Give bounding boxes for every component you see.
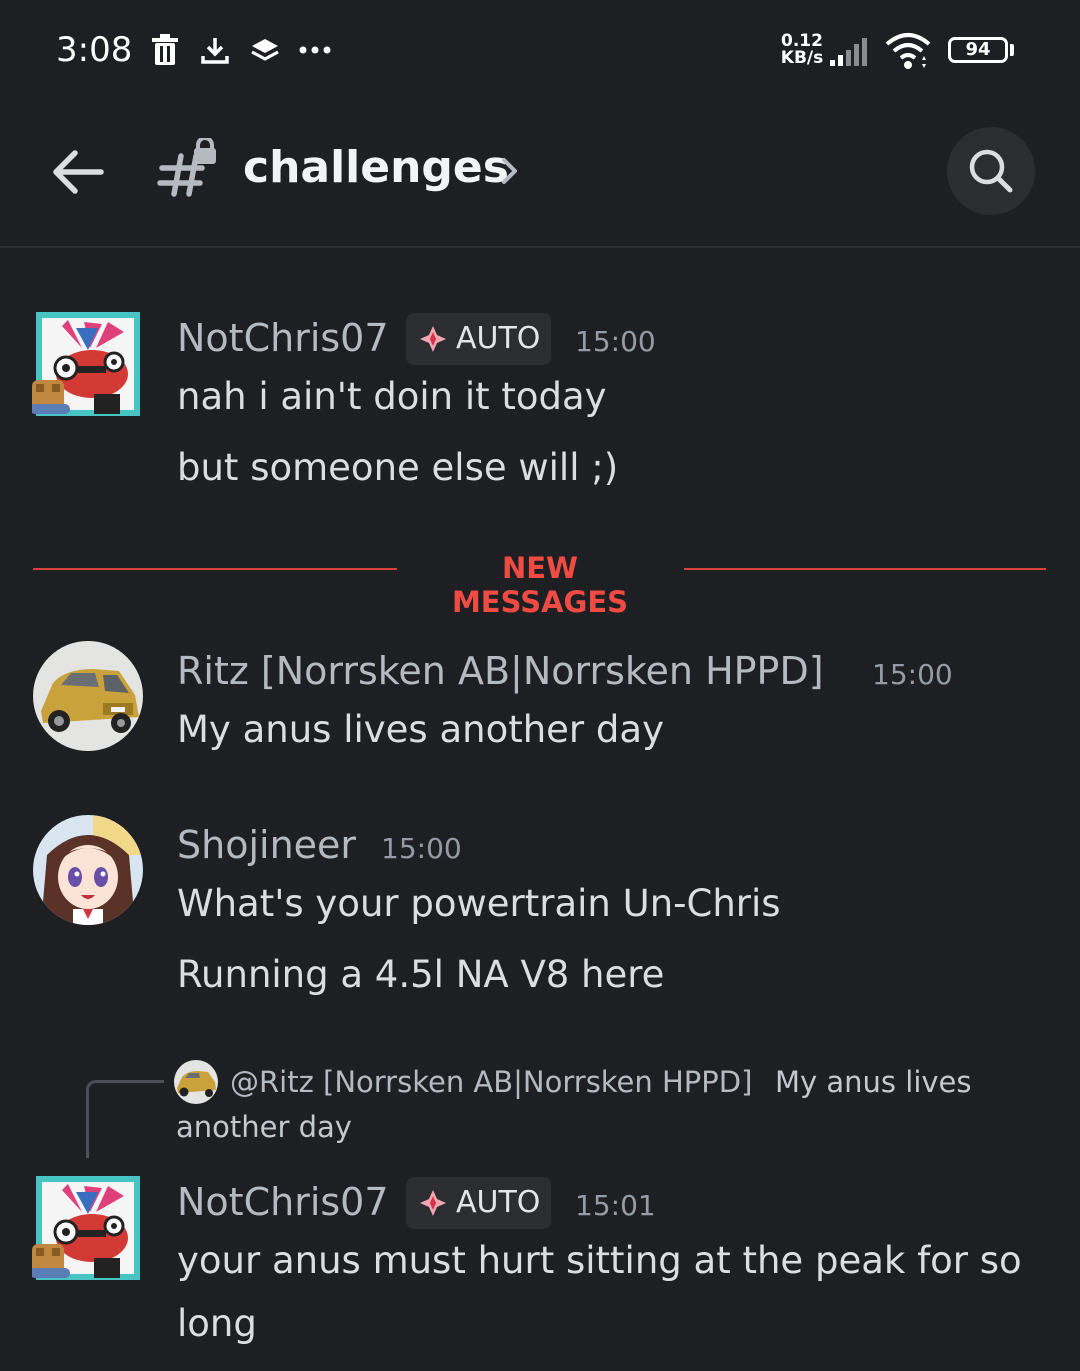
message-text: nah i ain't doin it today: [177, 375, 607, 418]
reply-preview[interactable]: My anus lives: [775, 1065, 972, 1099]
message-text: your anus must hurt sitting at the peak …: [177, 1239, 1022, 1282]
reply-avatar[interactable]: [174, 1060, 218, 1104]
message-timestamp: 15:01: [575, 1189, 656, 1222]
back-arrow-icon: [53, 150, 104, 194]
chevron-right-icon[interactable]: [497, 154, 523, 188]
message-text: but someone else will ;): [177, 446, 619, 489]
avatar[interactable]: [33, 641, 143, 751]
battery-indicator: 94: [948, 37, 1008, 63]
reply-mention[interactable]: @Ritz [Norrsken AB|Norrsken HPPD]: [230, 1065, 752, 1099]
message-text: My anus lives another day: [177, 708, 664, 751]
message-text: long: [177, 1302, 257, 1345]
message-timestamp: 15:00: [381, 832, 462, 865]
signal-icon: [830, 38, 867, 66]
battery-level: 94: [965, 39, 991, 60]
app-badge: AUTO: [406, 313, 551, 365]
avatar[interactable]: [30, 308, 142, 418]
app-badge: AUTO: [406, 1177, 551, 1229]
download-icon: [201, 38, 229, 64]
trash-icon: [152, 34, 178, 65]
reply-preview-continued[interactable]: another day: [176, 1110, 352, 1144]
battery-nub: [1010, 44, 1014, 56]
net-speed: 0.12 KB/s: [778, 33, 826, 67]
search-icon: [969, 149, 1013, 193]
more-dots-icon: [299, 46, 331, 54]
search-button[interactable]: [947, 127, 1035, 215]
message-author[interactable]: Shojineer: [177, 823, 356, 867]
avatar[interactable]: [33, 815, 143, 925]
badge-label: AUTO: [456, 321, 541, 356]
message-text: What's your powertrain Un-Chris: [177, 882, 781, 925]
wifi-icon: [885, 33, 931, 69]
sparkle-icon: [420, 1190, 446, 1216]
message-timestamp: 15:00: [872, 658, 953, 691]
net-speed-unit: KB/s: [780, 48, 824, 68]
message-author[interactable]: NotChris07: [177, 1180, 389, 1224]
sparkle-icon: [420, 326, 446, 352]
channel-name[interactable]: challenges: [243, 142, 509, 193]
badge-label: AUTO: [456, 1185, 541, 1220]
locked-hash-icon: [156, 136, 220, 202]
new-messages-label: NEW MESSAGES: [451, 551, 629, 619]
reply-spine: [86, 1080, 164, 1158]
message-author[interactable]: Ritz [Norrsken AB|Norrsken HPPD]: [177, 649, 824, 693]
message-author[interactable]: NotChris07: [177, 316, 389, 360]
back-button[interactable]: [45, 140, 109, 204]
status-time: 3:08: [56, 30, 133, 70]
new-messages-line: [33, 568, 397, 570]
status-bar: 3:08 0.12 KB/s 94: [0, 0, 1080, 100]
layers-icon: [251, 39, 279, 61]
avatar[interactable]: [30, 1172, 142, 1282]
message-text: Running a 4.5l NA V8 here: [177, 953, 665, 996]
message-timestamp: 15:00: [575, 325, 656, 358]
new-messages-line: [684, 568, 1046, 570]
channel-header: challenges: [0, 110, 1080, 248]
